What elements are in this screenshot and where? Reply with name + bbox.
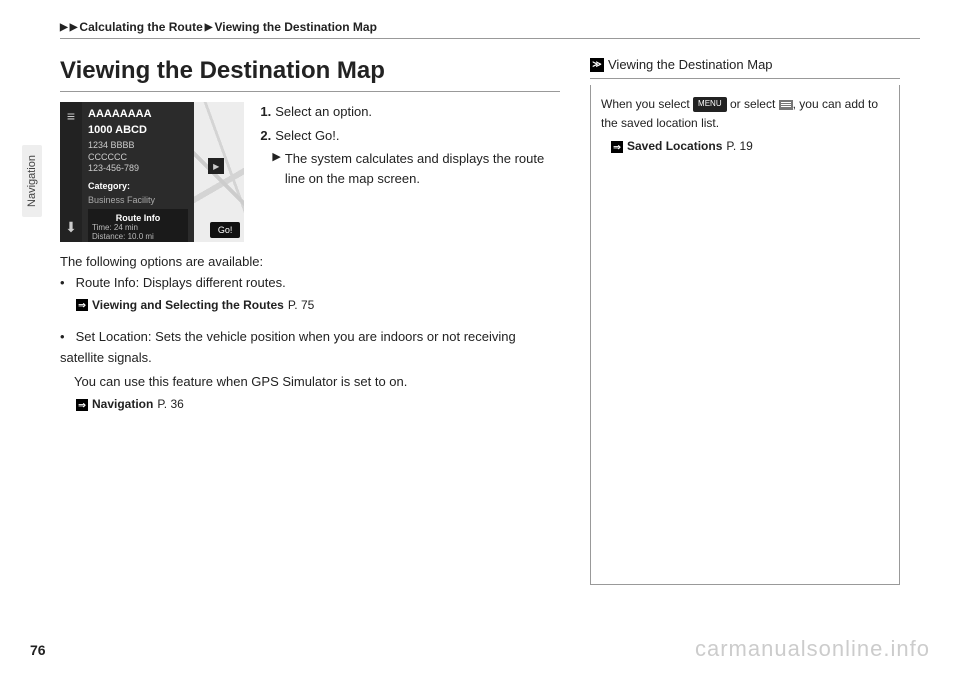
link-icon: ⇒ [76,399,88,411]
breadcrumb: ▶ ▶ Calculating the Route ▶ Viewing the … [60,20,920,34]
category-value: Business Facility [88,195,188,205]
substep-text: The system calculates and displays the r… [285,149,560,188]
page-number: 76 [30,642,46,658]
nav-screenshot: ≡ ⬇ AAAAAAAA 1000 ABCD 1234 BBBB CCCCCC … [60,102,244,242]
option-extra: You can use this feature when GPS Simula… [74,372,560,393]
down-arrow-icon: ⬇ [65,219,77,236]
route-info-box: Route Info Time: 24 min Distance: 10.0 m… [88,209,188,242]
main-column: Viewing the Destination Map ≡ ⬇ AAAAAAAA… [60,57,560,585]
poi-addr: 1000 ABCD [88,124,188,136]
option-text: : Displays different routes. [136,275,286,290]
cross-ref: ⇒ Viewing and Selecting the Routes P. 75 [76,296,560,315]
divider [60,38,920,39]
page-title: Viewing the Destination Map [60,57,560,85]
play-icon: ▶ [208,158,224,174]
poi-line1: 1234 BBBB [88,140,135,150]
link-text: Saved Locations [627,137,722,156]
arrow-icon: ▶ [205,22,213,33]
steps-list: 1. Select an option. 2. Select Go!. ▶ Th… [260,102,560,242]
watermark: carmanualsonline.info [695,636,930,662]
arrow-icon: ▶ [70,22,78,33]
cross-ref: ⇒ Saved Locations P. 19 [611,137,889,156]
body-text: The following options are available: • R… [60,252,560,414]
list-icon [779,100,793,110]
sidebar-text: When you select MENU or select , you can… [601,95,889,133]
arrow-icon: ▶ [60,22,68,33]
option-label: Route Info [76,275,136,290]
screenshot-info-panel: AAAAAAAA 1000 ABCD 1234 BBBB CCCCCC 123-… [82,102,194,242]
sidebar-title-text: Viewing the Destination Map [608,57,773,72]
info-icon: ≫ [590,58,604,72]
link-text: Navigation [92,395,153,414]
link-text: Viewing and Selecting the Routes [92,296,284,315]
breadcrumb-part1: Calculating the Route [79,20,202,34]
link-page: P. 19 [726,137,752,156]
category-label: Category: [88,181,188,191]
sidebar-column: ≫ Viewing the Destination Map When you s… [590,57,900,585]
option-label: Set Location [76,329,148,344]
divider [590,78,900,79]
menu-icon: ≡ [67,108,75,124]
sidebar-box: When you select MENU or select , you can… [590,85,900,585]
triangle-icon: ▶ [272,149,280,188]
link-page: P. 75 [288,296,314,315]
step-number: 2. [260,126,271,146]
option-item: • Route Info: Displays different routes.… [60,273,560,315]
route-time: Time: 24 min [92,223,184,232]
cross-ref: ⇒ Navigation P. 36 [76,395,560,414]
intro-text: The following options are available: [60,252,560,273]
step-text: Select Go!. [275,126,339,146]
divider [60,91,560,92]
link-icon: ⇒ [611,141,623,153]
step-text: Select an option. [275,102,372,122]
breadcrumb-part2: Viewing the Destination Map [214,20,376,34]
screenshot-sidebar: ≡ ⬇ [60,102,82,242]
map-preview: ▶ Go! [194,102,244,242]
route-info-title: Route Info [92,213,184,223]
route-dist: Distance: 10.0 mi [92,232,184,241]
option-item: • Set Location: Sets the vehicle positio… [60,327,560,415]
link-page: P. 36 [157,395,183,414]
go-button: Go! [210,222,241,238]
step-number: 1. [260,102,271,122]
menu-button-icon: MENU [693,97,727,112]
poi-name: AAAAAAAA [88,108,188,120]
poi-line2: CCCCCC [88,152,127,162]
side-tab-navigation: Navigation [22,145,42,217]
poi-line3: 123-456-789 [88,163,139,173]
link-icon: ⇒ [76,299,88,311]
sidebar-title: ≫ Viewing the Destination Map [590,57,900,72]
